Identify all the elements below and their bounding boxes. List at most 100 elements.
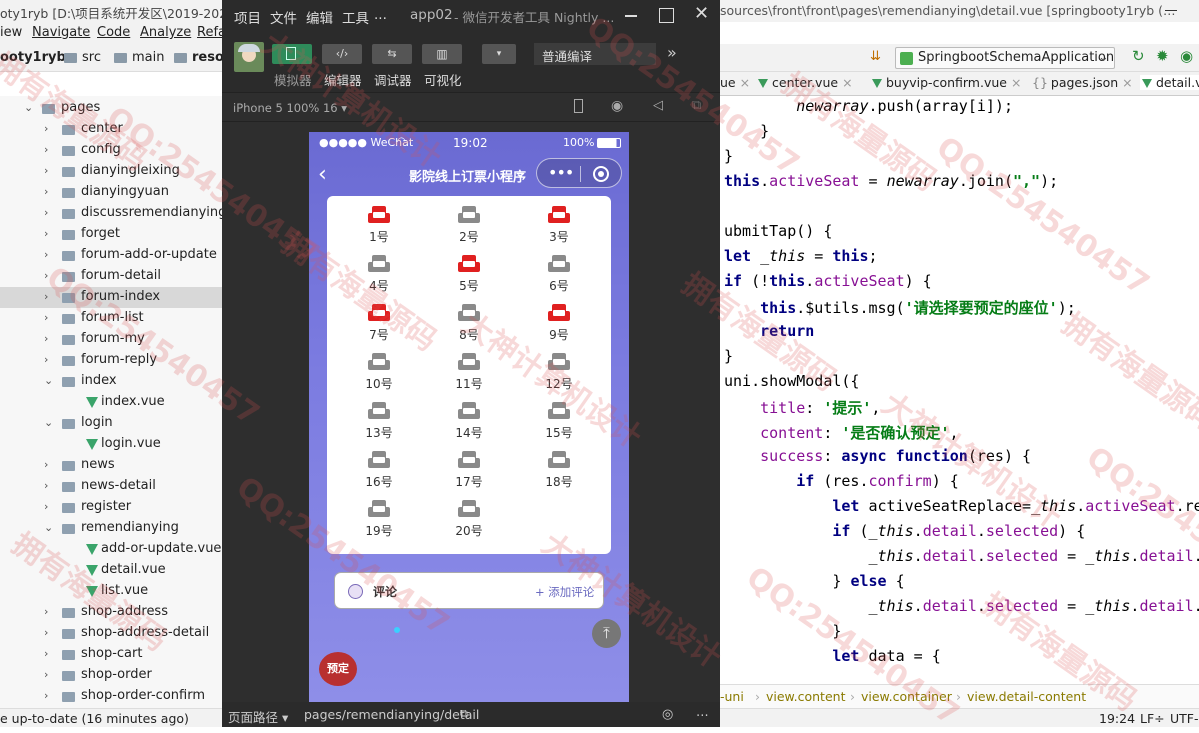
tree-item-shop-order-confirm[interactable]: › shop-order-confirm — [0, 686, 222, 707]
run-configuration-select[interactable]: SpringbootSchemaApplication ⌄ — [895, 47, 1115, 69]
crumb-main[interactable]: main — [132, 50, 164, 65]
add-comment-button[interactable]: + 添加评论 — [535, 584, 594, 600]
coverage-icon[interactable]: ◉ — [1180, 47, 1193, 65]
tree-item-forum-index[interactable]: › forum-index — [0, 287, 222, 308]
tree-item-center[interactable]: › center — [0, 119, 222, 140]
avatar[interactable] — [234, 42, 264, 72]
menu-view[interactable]: iew — [0, 25, 22, 40]
detach-icon[interactable]: ⧉ — [692, 98, 701, 113]
tab-center-vue[interactable]: center.vue × — [758, 75, 853, 90]
tree-item-forum-list[interactable]: › forum-list — [0, 308, 222, 329]
debug-icon[interactable]: ✹ — [1156, 47, 1169, 65]
seat-18[interactable]: 18号 — [529, 447, 589, 491]
chevron-right-icon[interactable]: › — [44, 143, 48, 156]
seat-16[interactable]: 16号 — [349, 447, 409, 491]
code-editor[interactable]: newarray.push(array[i]); }} this.activeSe… — [720, 96, 1199, 684]
chevron-right-icon[interactable]: › — [44, 332, 48, 345]
chevron-right-icon[interactable]: › — [44, 248, 48, 261]
compile-mode-select[interactable]: 普通编译 — [534, 43, 656, 65]
more-dots-icon[interactable]: ••• — [548, 163, 574, 182]
tab-buyvip-confirm-vue[interactable]: buyvip-confirm.vue × — [872, 75, 1021, 90]
cursor-position[interactable]: 19:24 — [1099, 711, 1135, 726]
tree-item-news-detail[interactable]: › news-detail — [0, 476, 222, 497]
tree-item-login[interactable]: ⌄ login — [0, 413, 222, 434]
seat-4[interactable]: 4号 — [349, 251, 409, 295]
tree-item-forum-detail[interactable]: › forum-detail — [0, 266, 222, 287]
seat-14[interactable]: 14号 — [439, 398, 499, 442]
seat-20[interactable]: 20号 — [439, 496, 499, 540]
more-icon[interactable]: ⋯ — [696, 707, 709, 722]
seat-13[interactable]: 13号 — [349, 398, 409, 442]
seat-17[interactable]: 17号 — [439, 447, 499, 491]
close-icon[interactable]: ✕ — [694, 3, 709, 24]
chevron-right-icon[interactable]: › — [44, 311, 48, 324]
chevron-down-icon[interactable]: ⌄ — [44, 416, 53, 429]
device-select[interactable]: iPhone 5 100% 16 ▾ — [233, 101, 347, 115]
seat-5[interactable]: 5号 — [439, 251, 499, 295]
tab-detail-vue[interactable]: detail.v — [1140, 75, 1199, 90]
chevron-right-icon[interactable]: › — [44, 668, 48, 681]
close-icon[interactable]: × — [1011, 75, 1021, 90]
volume-icon[interactable]: ◁ — [653, 98, 663, 113]
chevron-right-icon[interactable]: › — [44, 605, 48, 618]
chevron-right-icon[interactable]: › — [44, 122, 48, 135]
chevron-down-icon[interactable]: ⌄ — [44, 521, 53, 534]
chevron-right-icon[interactable]: › — [44, 164, 48, 177]
crumb-project[interactable]: ooty1ryb — [0, 50, 66, 65]
close-icon[interactable]: × — [842, 75, 852, 90]
devtools-menu-edit[interactable]: 编辑 — [306, 7, 333, 27]
tree-item-pages[interactable]: ⌄ pages — [0, 98, 222, 119]
seat-1[interactable]: 1号 — [349, 202, 409, 246]
tree-item-forum-add-or-update[interactable]: › forum-add-or-update — [0, 245, 222, 266]
tree-item-shop-order[interactable]: › shop-order — [0, 665, 222, 686]
chevron-right-icon[interactable]: › — [44, 227, 48, 240]
tree-item-index[interactable]: ⌄ index — [0, 371, 222, 392]
seat-11[interactable]: 11号 — [439, 349, 499, 393]
chevron-right-icon[interactable]: › — [44, 185, 48, 198]
tab-pages-json[interactable]: {} pages.json × — [1032, 75, 1133, 90]
chevron-right-icon[interactable]: › — [44, 479, 48, 492]
chevron-right-icon[interactable]: › — [44, 500, 48, 513]
editor-button[interactable]: ‹/› — [322, 44, 362, 64]
seat-6[interactable]: 6号 — [529, 251, 589, 295]
chevron-right-icon[interactable]: › — [44, 689, 48, 702]
chevron-right-icon[interactable]: › — [44, 206, 48, 219]
tree-item-forum-reply[interactable]: › forum-reply — [0, 350, 222, 371]
tree-item-detail-vue[interactable]: detail.vue — [0, 560, 222, 581]
devtools-menu-more[interactable]: ... — [374, 7, 387, 23]
tree-item-forget[interactable]: › forget — [0, 224, 222, 245]
line-separator[interactable]: LF÷ — [1140, 711, 1165, 726]
tree-item-dianyingyuan[interactable]: › dianyingyuan — [0, 182, 222, 203]
seat-8[interactable]: 8号 — [439, 300, 499, 344]
close-icon[interactable]: × — [740, 75, 750, 90]
file-encoding[interactable]: UTF-8 — [1170, 711, 1199, 726]
tree-item-register[interactable]: › register — [0, 497, 222, 518]
minimize-icon[interactable] — [1165, 10, 1177, 11]
tree-item-login-vue[interactable]: login.vue — [0, 434, 222, 455]
debugger-button[interactable]: ⇆ — [372, 44, 412, 64]
tree-item-config[interactable]: › config — [0, 140, 222, 161]
minimize-icon[interactable] — [625, 15, 637, 17]
tree-item-shop-cart[interactable]: › shop-cart — [0, 644, 222, 665]
seat-2[interactable]: 2号 — [439, 202, 499, 246]
eye-icon[interactable]: ◎ — [662, 707, 673, 722]
seat-10[interactable]: 10号 — [349, 349, 409, 393]
chevron-right-icon[interactable]: › — [44, 626, 48, 639]
page-path-label[interactable]: 页面路径 ▾ — [228, 707, 288, 726]
code-crumb[interactable]: view.content — [766, 689, 845, 704]
devtools-menu-tools[interactable]: 工具 — [342, 7, 369, 27]
seat-15[interactable]: 15号 — [529, 398, 589, 442]
chevron-right-icon[interactable]: › — [44, 269, 48, 282]
chevron-right-icon[interactable]: › — [44, 290, 48, 303]
seat-9[interactable]: 9号 — [529, 300, 589, 344]
back-to-top-button[interactable]: ⤒ — [592, 619, 621, 648]
simulator-button[interactable] — [272, 44, 312, 64]
tree-item-add-or-update-vue[interactable]: add-or-update.vue — [0, 539, 222, 560]
tab-ue[interactable]: ue × — [720, 75, 750, 90]
tree-item-forum-my[interactable]: › forum-my — [0, 329, 222, 350]
devtools-menu-file[interactable]: 文件 — [270, 7, 297, 27]
back-arrow-icon[interactable]: ‹ — [318, 162, 327, 187]
menu-analyze[interactable]: Analyze — [140, 25, 191, 40]
code-crumb[interactable]: view.detail-content — [967, 689, 1086, 704]
seat-12[interactable]: 12号 — [529, 349, 589, 393]
